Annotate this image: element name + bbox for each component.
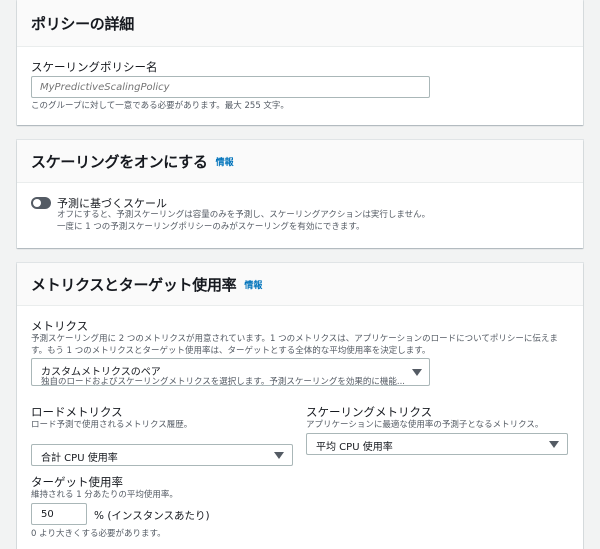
- metrics-desc-2: す。もう 1 つのメトリクスとターゲット使用率は、ターゲットとする全体的な平均使…: [31, 346, 431, 356]
- scaling-metric-label: スケーリングメトリクス: [306, 405, 433, 419]
- metric-pair-select[interactable]: カスタムメトリクスのペア 独自のロードおよびスケーリングメトリクスを選択します。…: [31, 358, 430, 387]
- target-label: ターゲット使用率: [31, 475, 123, 489]
- metrics-desc-1: 予測スケーリング用に 2 つのメトリクスが用意されています。1 つのメトリクスは…: [31, 334, 558, 344]
- toggle-knob: [33, 199, 41, 207]
- scaling-toggle-title: スケーリングをオンにする: [31, 152, 208, 171]
- policy-details-panel: ポリシーの詳細 スケーリングポリシー名 このグループに対して一意である必要があり…: [17, 0, 583, 125]
- metrics-panel: メトリクスとターゲット使用率 情報 メトリクス 予測スケーリング用に 2 つのメ…: [17, 263, 583, 549]
- load-metric-desc: ロード予測で使用されるメトリクス履歴。: [31, 420, 193, 430]
- target-value: 50: [41, 508, 54, 520]
- target-unit: % (インスタンスあたり): [94, 510, 210, 522]
- metrics-info-link[interactable]: 情報: [244, 278, 262, 291]
- chevron-down-icon: [549, 441, 559, 448]
- policy-details-title: ポリシーの詳細: [31, 14, 134, 33]
- metrics-header: メトリクスとターゲット使用率 情報: [17, 263, 583, 306]
- scaling-metric-value: 平均 CPU 使用率: [316, 442, 393, 453]
- target-hint: 0 より大きくする必要があります。: [31, 529, 166, 539]
- predictive-scale-desc-1: オフにすると、予測スケーリングは容量のみを予測し、スケーリングアクションは実行し…: [57, 210, 431, 220]
- policy-details-header: ポリシーの詳細: [17, 0, 583, 47]
- policy-name-label: スケーリングポリシー名: [31, 60, 158, 74]
- target-desc: 維持される 1 分あたりの平均使用率。: [31, 490, 178, 500]
- target-utilization-input[interactable]: 50: [31, 503, 87, 525]
- policy-name-input[interactable]: [31, 76, 430, 98]
- load-metric-label: ロードメトリクス: [31, 405, 123, 419]
- predictive-scale-toggle[interactable]: [31, 197, 51, 209]
- metric-pair-sub: 独自のロードおよびスケーリングメトリクスを選択します。予測スケーリングを効果的に…: [41, 377, 406, 387]
- scaling-metric-select[interactable]: 平均 CPU 使用率: [306, 433, 568, 455]
- predictive-scale-desc-2: 一度に 1 つの予測スケーリングポリシーのみがスケーリングを有効にできます。: [57, 222, 365, 232]
- metrics-title: メトリクスとターゲット使用率: [31, 275, 237, 294]
- policy-name-hint: このグループに対して一意である必要があります。最大 255 文字。: [31, 101, 289, 111]
- scaling-info-link[interactable]: 情報: [216, 155, 234, 168]
- chevron-down-icon: [274, 452, 284, 459]
- scaling-toggle-panel: スケーリングをオンにする 情報 予測に基づくスケール オフにすると、予測スケーリ…: [17, 140, 583, 248]
- scaling-toggle-header: スケーリングをオンにする 情報: [17, 140, 583, 183]
- metrics-label: メトリクス: [31, 319, 89, 333]
- chevron-down-icon: [412, 369, 422, 376]
- scaling-metric-desc: アプリケーションに最適な使用率の予測子となるメトリクス。: [306, 420, 544, 430]
- load-metric-select[interactable]: 合計 CPU 使用率: [31, 444, 293, 466]
- load-metric-value: 合計 CPU 使用率: [41, 453, 118, 464]
